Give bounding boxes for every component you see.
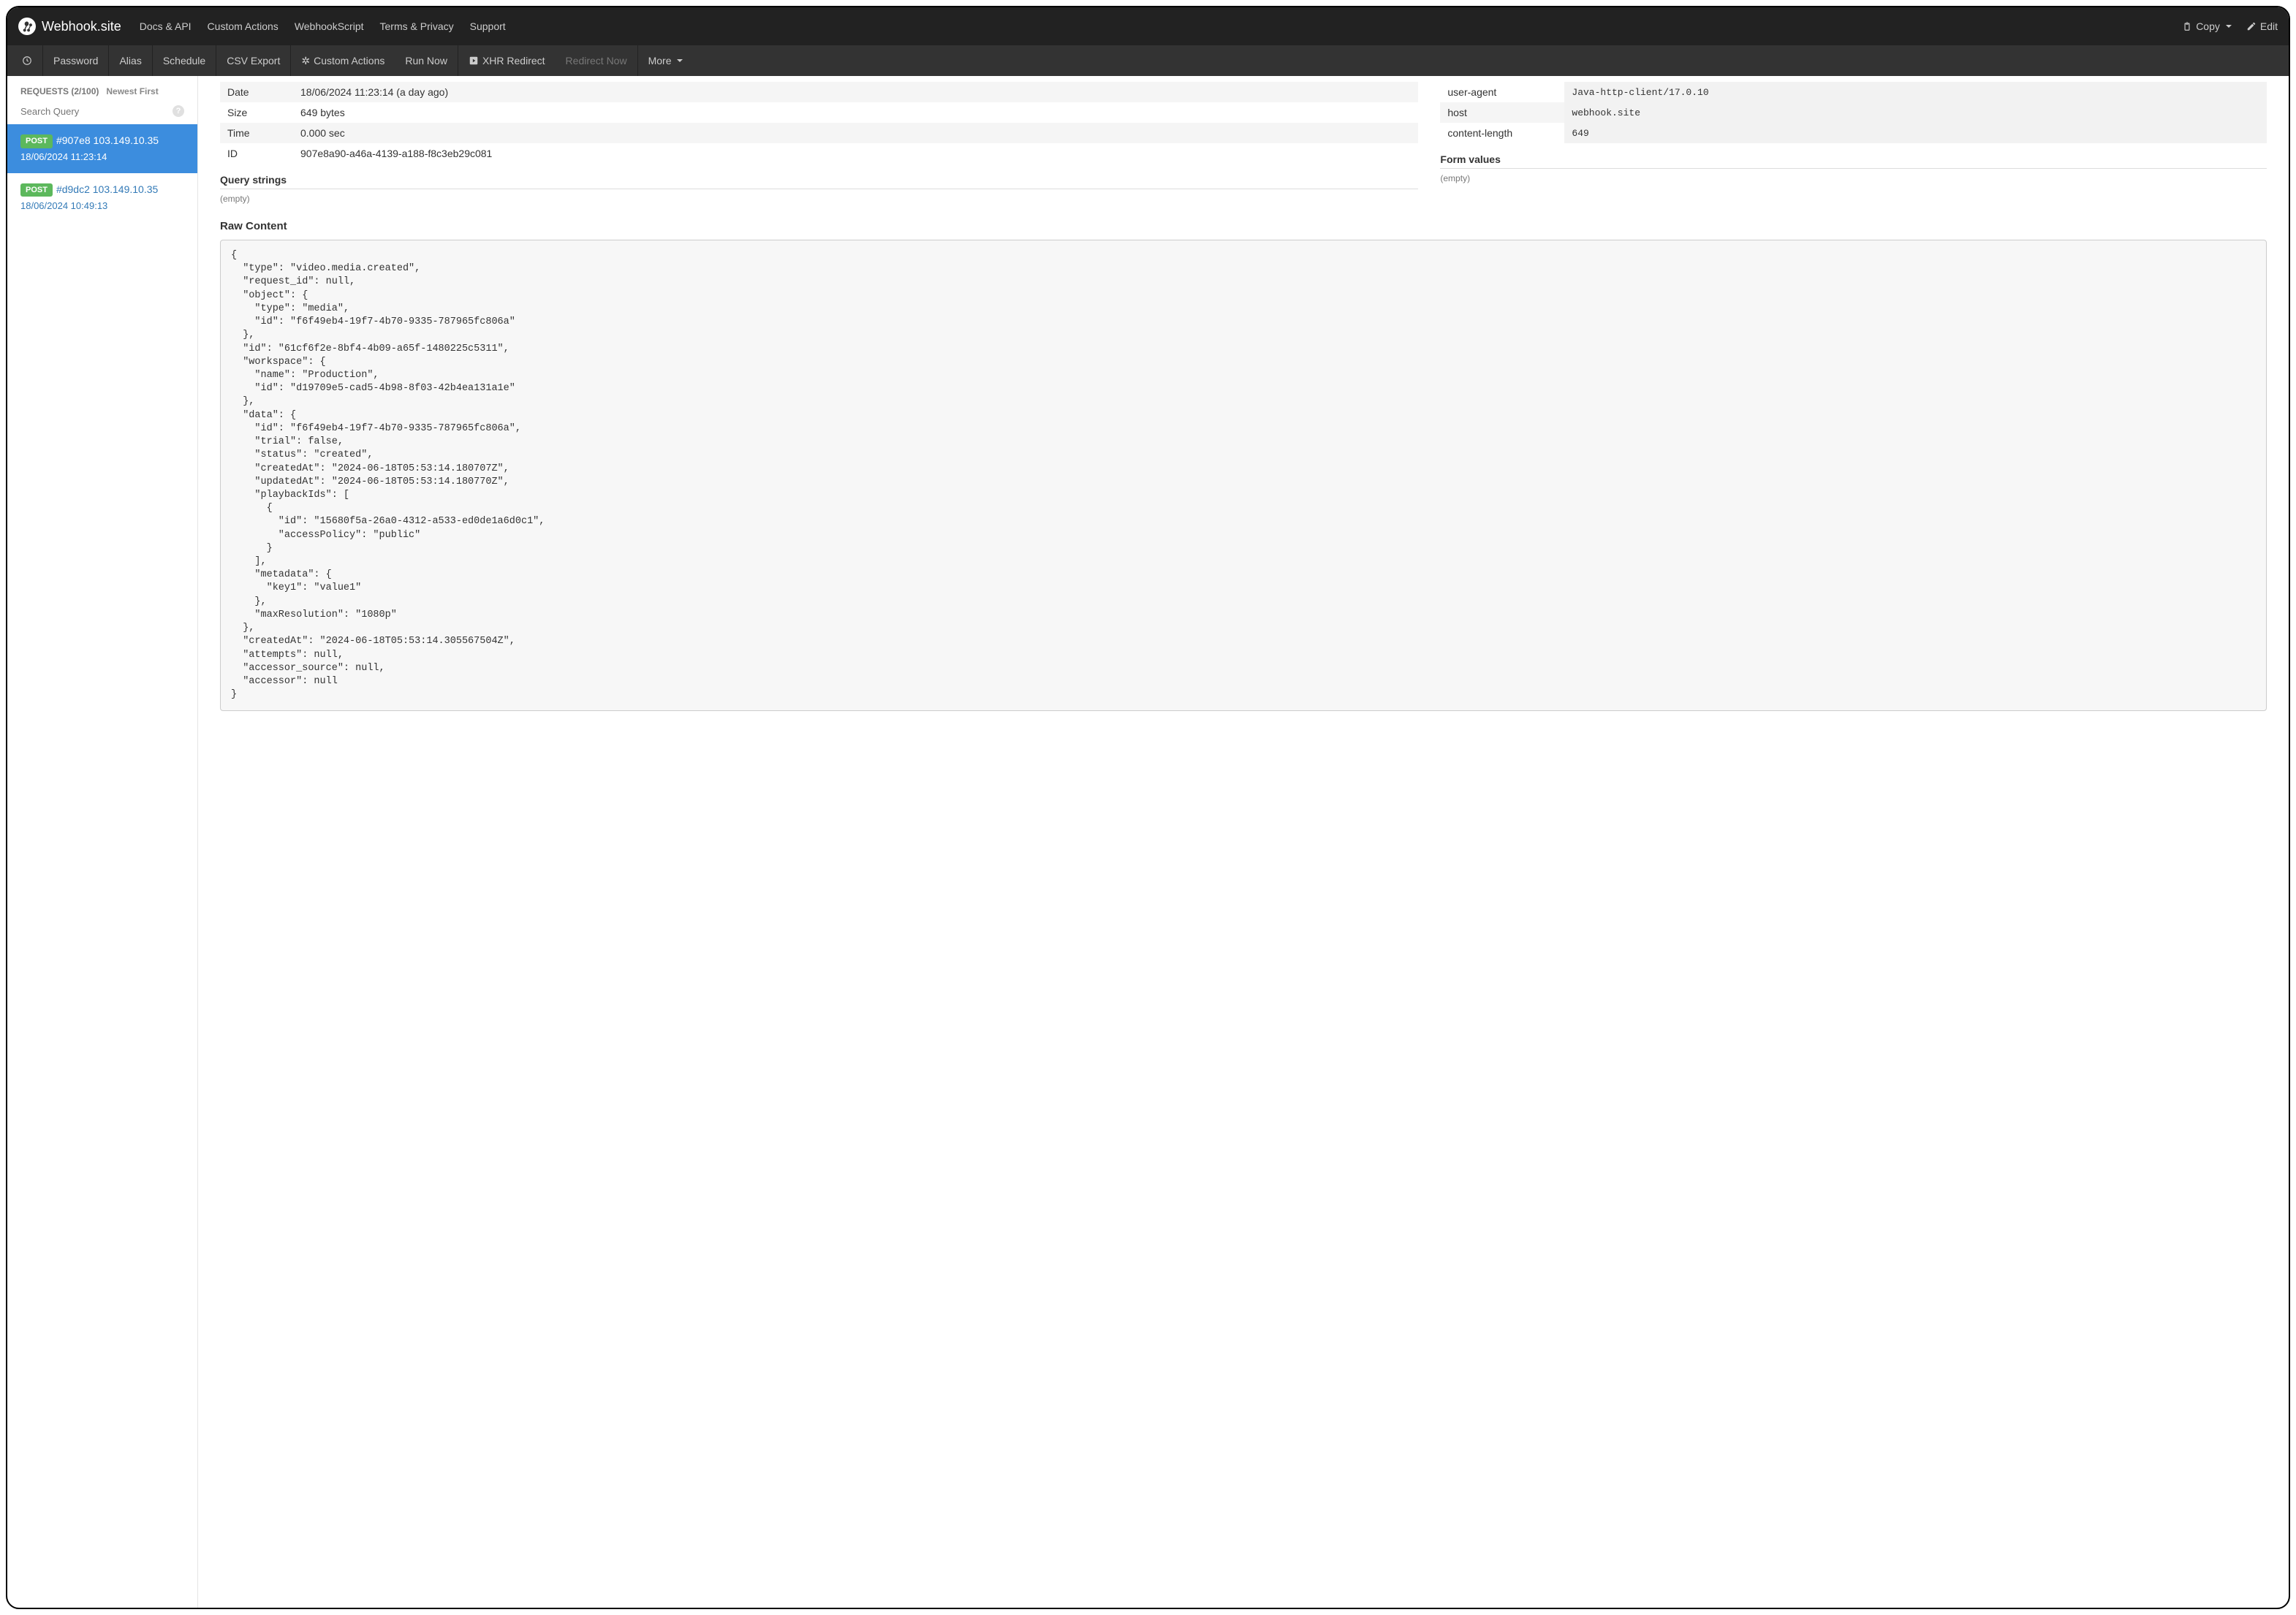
subnav-csv[interactable]: CSV Export (216, 45, 291, 76)
table-row: Time0.000 sec (220, 123, 1418, 143)
topnav-links: Docs & API Custom Actions WebhookScript … (140, 20, 2182, 32)
clipboard-icon (2182, 21, 2192, 31)
subnav-more[interactable]: More (638, 45, 694, 76)
method-badge: POST (20, 134, 53, 148)
brand[interactable]: Webhook.site (18, 18, 121, 35)
sort-toggle[interactable]: Newest First (106, 86, 158, 96)
query-strings-title: Query strings (220, 174, 1418, 189)
clock-icon (22, 56, 32, 66)
nav-custom-actions[interactable]: Custom Actions (208, 20, 279, 32)
pencil-icon (2246, 21, 2257, 31)
brand-name: Webhook.site (42, 19, 121, 34)
table-row: hostwebhook.site (1440, 102, 2267, 123)
request-details-table: Date18/06/2024 11:23:14 (a day ago)Size6… (220, 82, 1418, 164)
sidebar: REQUESTS (2/100) Newest First ? POST#907… (7, 76, 198, 1608)
table-row: Size649 bytes (220, 102, 1418, 123)
subnav-password[interactable]: Password (43, 45, 109, 76)
subnav-schedule[interactable]: Schedule (153, 45, 216, 76)
request-headers-table: user-agentJava-http-client/17.0.10hostwe… (1440, 82, 2267, 143)
subnav-xhr-redirect[interactable]: XHR Redirect (458, 45, 556, 76)
subnav-run-now[interactable]: Run Now (395, 45, 458, 76)
chevron-down-icon (677, 59, 683, 62)
request-item[interactable]: POST#907e8 103.149.10.35 18/06/2024 11:23… (7, 124, 197, 173)
table-row: ID907e8a90-a46a-4139-a188-f8c3eb29c081 (220, 143, 1418, 164)
query-strings-empty: (empty) (220, 194, 1418, 204)
nav-docs[interactable]: Docs & API (140, 20, 192, 32)
brand-logo-icon (18, 18, 36, 35)
request-timestamp: 18/06/2024 11:23:14 (20, 150, 184, 164)
form-values-empty: (empty) (1440, 173, 2267, 183)
subnav-alias[interactable]: Alias (109, 45, 152, 76)
subnav-redirect-now: Redirect Now (556, 45, 638, 76)
nav-webhookscript[interactable]: WebhookScript (295, 20, 364, 32)
search-input[interactable] (20, 106, 173, 117)
nav-terms[interactable]: Terms & Privacy (380, 20, 454, 32)
top-navbar: Webhook.site Docs & API Custom Actions W… (7, 7, 2289, 45)
play-icon (469, 56, 479, 66)
method-badge: POST (20, 183, 53, 197)
sub-navbar: Password Alias Schedule CSV Export ✲ Cus… (7, 45, 2289, 76)
request-timestamp: 18/06/2024 10:49:13 (20, 199, 184, 213)
form-values-title: Form values (1440, 153, 2267, 169)
raw-content[interactable]: { "type": "video.media.created", "reques… (220, 240, 2267, 711)
nav-support[interactable]: Support (470, 20, 506, 32)
table-row: content-length649 (1440, 123, 2267, 143)
request-title: #d9dc2 103.149.10.35 (56, 183, 158, 195)
chevron-down-icon (2226, 25, 2232, 28)
subnav-clock[interactable] (18, 45, 43, 76)
copy-button[interactable]: Copy (2182, 20, 2232, 32)
table-row: user-agentJava-http-client/17.0.10 (1440, 82, 2267, 102)
requests-count: REQUESTS (2/100) (20, 86, 99, 96)
request-title: #907e8 103.149.10.35 (56, 134, 159, 146)
main-content: Date18/06/2024 11:23:14 (a day ago)Size6… (198, 76, 2289, 1608)
request-item[interactable]: POST#d9dc2 103.149.10.35 18/06/2024 10:49… (7, 173, 197, 222)
edit-button[interactable]: Edit (2246, 20, 2278, 32)
raw-content-title: Raw Content (220, 220, 2267, 235)
table-row: Date18/06/2024 11:23:14 (a day ago) (220, 82, 1418, 102)
gear-icon: ✲ (301, 45, 310, 76)
help-icon[interactable]: ? (173, 105, 184, 117)
subnav-custom-actions[interactable]: ✲ Custom Actions (291, 45, 395, 76)
